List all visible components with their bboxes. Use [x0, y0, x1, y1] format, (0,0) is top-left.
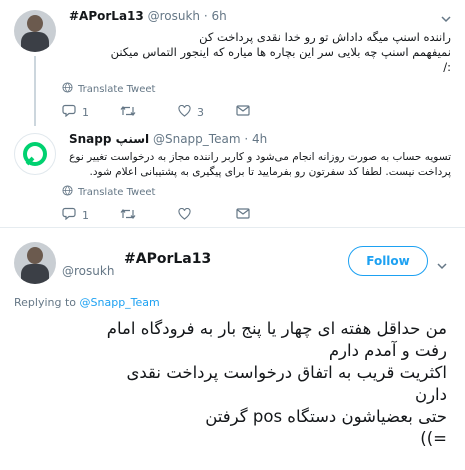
dm-icon — [236, 208, 250, 222]
tweet-line: راننده اسنپ میگه داداش تو رو خدا نقدی پر… — [199, 30, 451, 44]
reply-icon — [62, 104, 76, 120]
tweet-snapp[interactable]: Snapp اسنپ @Snapp_Team · 4h تسویه حساب ب… — [0, 125, 465, 225]
retweet-icon — [120, 208, 136, 223]
timestamp[interactable]: · 4h — [244, 132, 267, 146]
display-name[interactable]: Snapp اسنپ — [69, 132, 149, 146]
snapp-logo-icon — [15, 142, 55, 174]
display-name[interactable]: #APorLa13 — [69, 9, 144, 23]
like-icon — [178, 104, 191, 120]
tweet-line: اکثریت قریب به اتفاق درخواست پرداخت نقدی — [126, 363, 447, 382]
thread-line — [34, 56, 36, 126]
retweet-button[interactable] — [120, 208, 178, 223]
globe-icon — [62, 82, 73, 96]
tweet-header: #APorLa13 @rosukh · 6h — [69, 9, 227, 23]
tweet-line: پرداخت نیست. لطفا کد سفرتون رو بفرمایید … — [89, 166, 451, 178]
reply-count: 1 — [82, 208, 89, 222]
reply-button[interactable]: 1 — [62, 207, 120, 223]
reply-button[interactable]: 1 — [62, 104, 120, 120]
reply-count: 1 — [82, 105, 89, 119]
main-tweet: #APorLa13 @rosukh Follow Replying to @Sn… — [0, 228, 465, 470]
timestamp[interactable]: · 6h — [204, 9, 227, 23]
chevron-down-icon[interactable] — [441, 9, 451, 23]
translate-tweet-link[interactable]: Translate Tweet — [62, 82, 155, 96]
replying-prefix: Replying to — [14, 296, 77, 309]
chevron-down-icon[interactable] — [437, 256, 447, 270]
dm-button[interactable] — [236, 208, 294, 222]
tweet-text: من حداقل هفته ای چهار یا پنج بار به فرود… — [7, 318, 447, 450]
handle[interactable]: @rosukh — [62, 264, 114, 278]
tweet-header: Snapp اسنپ @Snapp_Team · 4h — [69, 132, 267, 146]
avatar-rosukh[interactable] — [14, 10, 56, 52]
tweet-actions: 1 — [62, 207, 294, 223]
tweet-text: راننده اسنپ میگه داداش تو رو خدا نقدی پر… — [71, 30, 451, 75]
replying-to: Replying to @Snapp_Team — [14, 296, 160, 309]
avatar-rosukh[interactable] — [14, 242, 56, 284]
tweet-line: رفت و آمدم دارم — [328, 341, 447, 360]
globe-icon — [62, 185, 73, 199]
retweet-icon — [120, 105, 136, 120]
translate-tweet-link[interactable]: Translate Tweet — [62, 185, 155, 199]
dm-button[interactable] — [236, 105, 294, 119]
tweet-actions: 1 3 — [62, 104, 294, 120]
handle[interactable]: @rosukh — [148, 9, 200, 23]
avatar-snapp[interactable] — [14, 133, 56, 175]
tweet-line: دارن — [414, 385, 447, 404]
like-count: 3 — [197, 105, 204, 119]
tweet-line: :/ — [443, 60, 451, 74]
handle[interactable]: @Snapp_Team — [153, 132, 241, 146]
tweet-line: من حداقل هفته ای چهار یا پنج بار به فرود… — [106, 319, 447, 338]
display-name[interactable]: #APorLa13 — [124, 251, 211, 267]
follow-button[interactable]: Follow — [348, 246, 428, 276]
tweet-text: تسویه حساب به صورت روزانه انجام می‌شود و… — [56, 150, 451, 180]
tweet-line: نمیفهمم اسنپ چه بلایی سر این بچاره ها می… — [110, 45, 451, 59]
translate-label: Translate Tweet — [78, 186, 156, 198]
tweet-line: تسویه حساب به صورت روزانه انجام می‌شود و… — [69, 151, 451, 163]
reply-icon — [62, 207, 76, 223]
like-button[interactable]: 3 — [178, 104, 236, 120]
mention-link[interactable]: @Snapp_Team — [80, 296, 160, 309]
dm-icon — [236, 105, 250, 119]
translate-label: Translate Tweet — [78, 83, 156, 95]
like-button[interactable] — [178, 207, 236, 223]
like-icon — [178, 207, 191, 223]
retweet-button[interactable] — [120, 105, 178, 120]
tweet-line: حتی بعضیاشون دستگاه pos گرفتن — [205, 407, 447, 426]
tweet-rosukh[interactable]: #APorLa13 @rosukh · 6h راننده اسنپ میگه … — [0, 0, 465, 126]
tweet-line: =)) — [420, 429, 447, 448]
